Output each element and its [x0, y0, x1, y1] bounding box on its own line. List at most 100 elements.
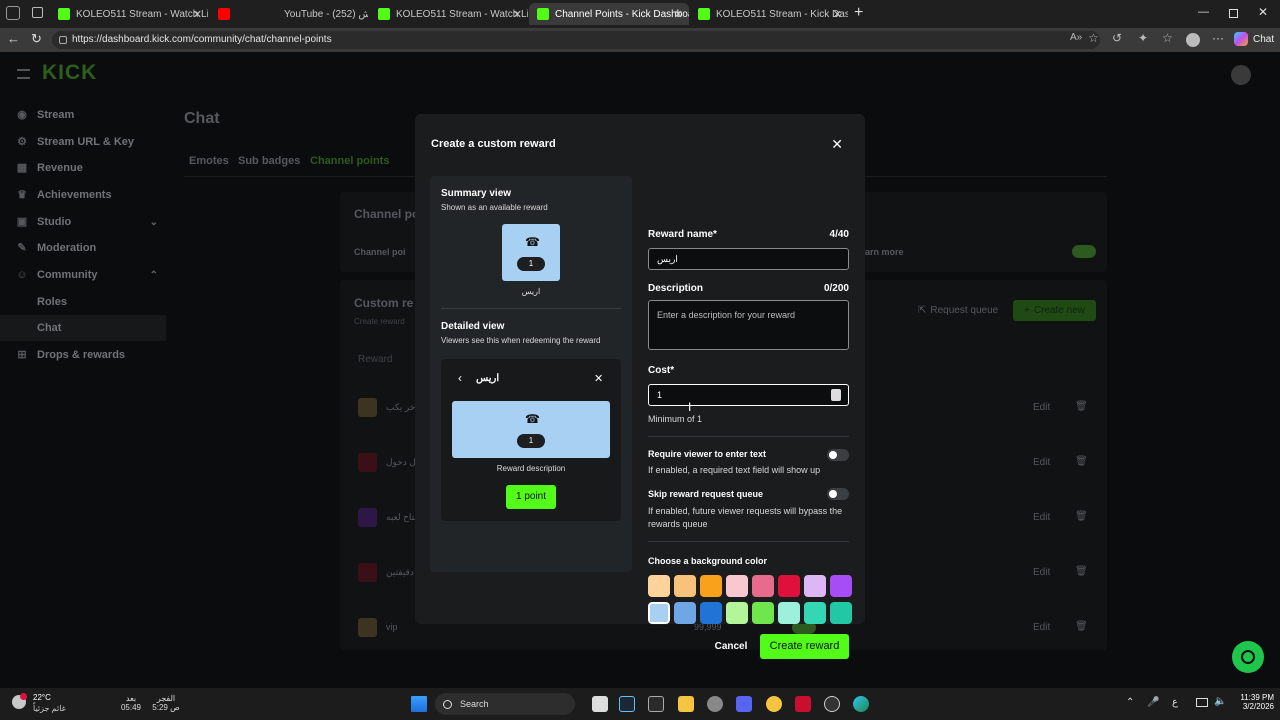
more-menu-icon[interactable]: ···	[1212, 31, 1224, 45]
obs-icon[interactable]	[824, 696, 840, 712]
epic-games-icon[interactable]	[648, 696, 664, 712]
volume-icon[interactable]: 🔈	[1214, 696, 1226, 707]
tab-kick-1[interactable]: KOLEO511 Stream - Watch Live on✕	[50, 3, 208, 25]
color-swatch-selected[interactable]	[647, 601, 671, 625]
tab-emotes[interactable]: Emotes	[189, 155, 229, 167]
color-swatch[interactable]	[778, 602, 800, 624]
favorites-icon[interactable]: ☆	[1162, 31, 1173, 45]
color-swatch[interactable]	[804, 575, 826, 597]
delete-icon[interactable]: 🗑	[1075, 456, 1088, 467]
tab-channel-points[interactable]: Channel points	[310, 155, 389, 167]
support-chat-button[interactable]	[1232, 641, 1264, 673]
minimize-button[interactable]: —	[1198, 6, 1209, 18]
description-textarea[interactable]: Enter a description for your reward	[648, 300, 849, 350]
edge-icon[interactable]	[853, 696, 869, 712]
sidebar-item-stream-url-key[interactable]: ⚙ Stream URL & Key	[0, 129, 166, 155]
microphone-icon[interactable]: 🎤	[1147, 697, 1159, 708]
edit-button[interactable]: Edit	[1033, 402, 1050, 413]
workspaces-icon[interactable]	[32, 7, 43, 18]
weather-widget[interactable]: 22°C غائم جزئياً	[12, 693, 92, 717]
app-icon[interactable]	[795, 696, 811, 712]
close-icon[interactable]: ✕	[831, 136, 843, 153]
tray-chevron-icon[interactable]: ⌃	[1126, 697, 1134, 708]
color-swatch[interactable]	[674, 575, 696, 597]
close-tab-icon[interactable]: ✕	[674, 8, 683, 21]
edit-button[interactable]: Edit	[1033, 567, 1050, 578]
close-window-button[interactable]: ✕	[1258, 5, 1268, 19]
settings-icon[interactable]	[707, 696, 723, 712]
file-explorer-icon[interactable]	[678, 696, 694, 712]
puzzle-icon[interactable]: ✦	[1138, 31, 1148, 45]
language-indicator[interactable]: ع	[1172, 697, 1178, 708]
color-swatch[interactable]	[830, 575, 852, 597]
delete-icon[interactable]: 🗑	[1075, 401, 1088, 412]
sidebar-item-drops-rewards[interactable]: ⊞ Drops & rewards	[0, 342, 166, 368]
tab-sub-badges[interactable]: Sub badges	[238, 155, 300, 167]
profile-avatar[interactable]	[1186, 33, 1200, 47]
skip-queue-toggle[interactable]	[827, 488, 849, 500]
sidebar-item-moderation[interactable]: ✎ Moderation	[0, 235, 166, 261]
delete-icon[interactable]: 🗑	[1075, 566, 1088, 577]
sidebar-item-revenue[interactable]: ▦ Revenue	[0, 155, 166, 181]
sidebar-item-chat[interactable]: Chat	[0, 315, 166, 341]
refresh-icon[interactable]: ↻	[31, 31, 42, 47]
read-aloud-icon[interactable]: A»	[1070, 32, 1082, 43]
tab-kick-dashboard[interactable]: KOLEO511 Stream - Kick Dashboar✕	[690, 3, 848, 25]
user-avatar[interactable]	[1231, 65, 1251, 85]
close-tab-icon[interactable]: ✕	[193, 8, 202, 21]
sidebar-item-roles[interactable]: Roles	[0, 289, 166, 315]
color-swatch[interactable]	[778, 575, 800, 597]
sidebar-item-community[interactable]: ☺ Community ⌃	[0, 262, 166, 288]
color-swatch[interactable]	[726, 575, 748, 597]
edit-button[interactable]: Edit	[1033, 457, 1050, 468]
sidebar-item-studio[interactable]: ▣ Studio ⌄	[0, 209, 166, 235]
close-tab-icon[interactable]: ✕	[513, 8, 522, 21]
copilot-button[interactable]: Chat	[1234, 32, 1274, 46]
color-swatch[interactable]	[648, 575, 670, 597]
request-queue-button[interactable]: ⇱ Request queue	[918, 305, 998, 316]
tab-youtube[interactable]: YouTube - كدش (252)	[210, 3, 368, 25]
color-swatch[interactable]	[804, 602, 826, 624]
color-swatch[interactable]	[700, 575, 722, 597]
site-info-icon[interactable]	[59, 36, 67, 44]
stepper-icon[interactable]	[831, 389, 841, 401]
start-button[interactable]	[411, 696, 427, 712]
color-swatch[interactable]	[752, 575, 774, 597]
redeem-points-button[interactable]: 1 point	[506, 485, 556, 509]
maximize-button[interactable]	[1229, 9, 1238, 18]
reward-name-input[interactable]: اريس	[648, 248, 849, 270]
sidebar-item-stream[interactable]: ◉ Stream	[0, 102, 166, 128]
learn-more-link[interactable]: arn more	[865, 247, 904, 257]
channel-points-toggle[interactable]	[1072, 245, 1096, 258]
sidebar-item-achievements[interactable]: ♛ Achievements	[0, 182, 166, 208]
back-icon[interactable]: ←	[7, 31, 20, 46]
close-tab-icon[interactable]: ✕	[833, 8, 842, 21]
steam-icon[interactable]	[619, 696, 635, 712]
tab-channel-points[interactable]: Channel Points - Kick Dashboard ✕	[529, 3, 689, 25]
delete-icon[interactable]: 🗑	[1075, 621, 1088, 632]
color-swatch[interactable]	[830, 602, 852, 624]
chevron-left-icon[interactable]: ‹	[458, 371, 462, 385]
file-manager-icon[interactable]	[592, 696, 608, 712]
tab-kick-2[interactable]: KOLEO511 Stream - Watch Live on✕	[370, 3, 528, 25]
network-icon[interactable]	[1196, 698, 1208, 707]
create-new-button[interactable]: + Create new	[1013, 300, 1096, 321]
clock[interactable]: 11:39 PM 3/2/2026	[1228, 693, 1274, 711]
edit-button[interactable]: Edit	[1033, 512, 1050, 523]
new-tab-button[interactable]: +	[854, 4, 863, 22]
discord-icon[interactable]	[736, 696, 752, 712]
delete-icon[interactable]: 🗑	[1075, 511, 1088, 522]
favorite-star-icon[interactable]: ☆	[1088, 31, 1099, 45]
search-box[interactable]: Search	[435, 693, 575, 715]
color-swatch[interactable]	[700, 602, 722, 624]
close-icon[interactable]: ✕	[594, 372, 603, 385]
color-swatch[interactable]	[726, 602, 748, 624]
require-text-toggle[interactable]	[827, 449, 849, 461]
extensions-icon[interactable]: ↺	[1112, 31, 1122, 45]
emoji-app-icon[interactable]	[766, 696, 782, 712]
tab-actions-icon[interactable]	[6, 6, 20, 20]
cancel-button[interactable]: Cancel	[709, 634, 753, 659]
cost-input[interactable]: 1	[648, 384, 849, 406]
edit-button[interactable]: Edit	[1033, 622, 1050, 633]
create-reward-button[interactable]: Create reward	[760, 634, 849, 659]
